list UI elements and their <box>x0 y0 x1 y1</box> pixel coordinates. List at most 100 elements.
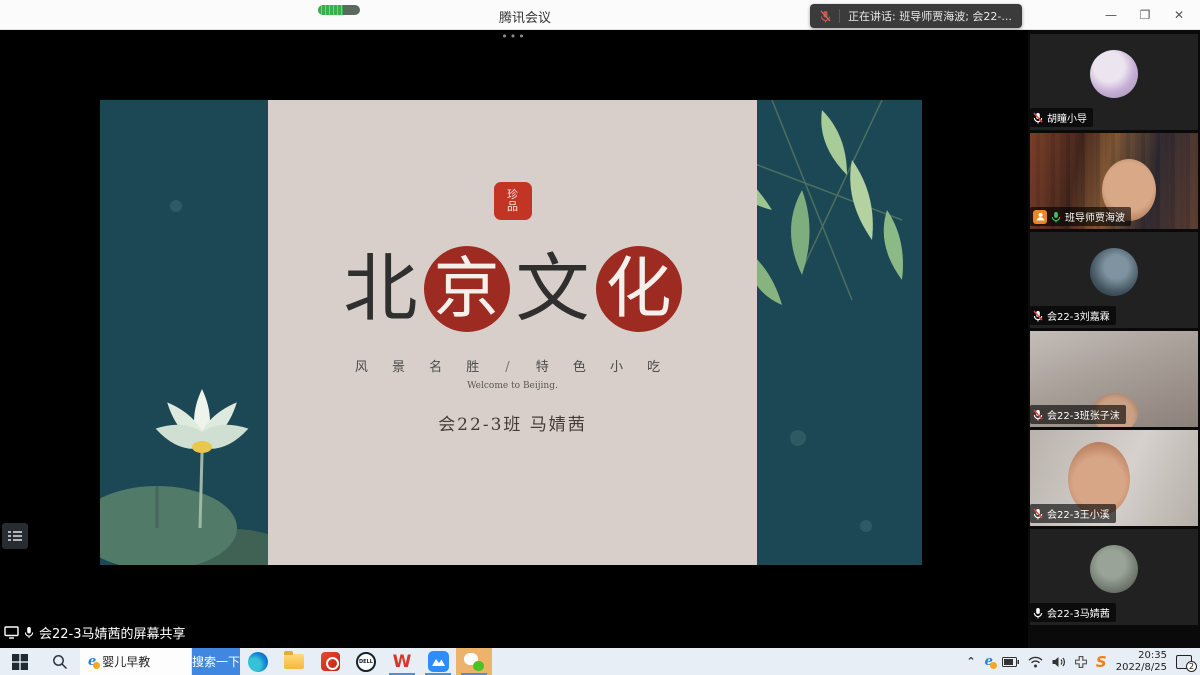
mic-on-icon <box>24 626 34 639</box>
web-search-button[interactable]: 搜索一下 <box>192 648 240 675</box>
tray-expand-icon[interactable]: ⌃ <box>966 655 975 668</box>
participant-name-tag: 班导师贾海波 <box>1030 207 1131 226</box>
tray-sogou-icon[interactable]: S <box>1096 653 1107 671</box>
speaking-indicator: 正在讲话: 班导师贾海波; 会22-... <box>810 4 1022 28</box>
avatar <box>1090 545 1138 593</box>
shared-slide: 珍品 北 京 文 化 风 景 名 胜/特 色 小 吃 Welcome to Be… <box>100 100 922 565</box>
windows-logo-icon <box>12 654 28 670</box>
windows-taskbar: e 婴儿早教 搜索一下 DELL W <box>0 648 1200 675</box>
mic-muted-icon <box>820 10 831 23</box>
divider <box>839 9 840 23</box>
participant-tile[interactable]: 会22-3王小溪 <box>1030 430 1198 526</box>
tray-date: 2022/8/25 <box>1116 662 1167 674</box>
minimize-button[interactable]: — <box>1094 0 1128 30</box>
share-status-text: 会22-3马婧茜的屏幕共享 <box>39 623 186 642</box>
meeting-main: ••• <box>0 30 1200 648</box>
taskbar-ie-window[interactable]: e 婴儿早教 <box>80 648 192 675</box>
folder-icon <box>284 654 304 669</box>
office-icon <box>321 652 340 671</box>
wifi-icon[interactable] <box>1028 656 1043 668</box>
title-char: 文 <box>516 246 590 332</box>
search-icon <box>52 654 68 670</box>
participant-tile[interactable]: 会22-3马婧茜 <box>1030 529 1198 625</box>
title-char: 北 <box>344 246 418 332</box>
slide-title: 北 京 文 化 <box>268 246 757 332</box>
taskbar-dell-button[interactable]: DELL <box>348 648 384 675</box>
participant-tile[interactable]: 班导师贾海波 <box>1030 133 1198 229</box>
avatar <box>1090 248 1138 296</box>
system-tray: ⌃ e S 20:35 2022/8/ <box>958 648 1200 675</box>
bokeh-dot <box>860 520 872 532</box>
meeting-titlebar: 腾讯会议 正在讲话: 班导师贾海波; 会22-... — ❐ ✕ <box>0 0 1200 30</box>
tencent-meeting-icon <box>428 651 449 672</box>
battery-icon[interactable] <box>1002 657 1019 667</box>
red-seal-stamp: 珍品 <box>494 182 532 220</box>
participant-name-tag: 会22-3马婧茜 <box>1030 603 1116 622</box>
slide-welcome-text: Welcome to Beijing. <box>268 381 757 391</box>
participant-tile[interactable]: 会22-3刘嘉霖 <box>1030 232 1198 328</box>
app-title: 腾讯会议 <box>470 7 580 26</box>
screen-share-area: ••• <box>0 30 1028 648</box>
bokeh-dot <box>170 200 182 212</box>
subtitle-left: 风 景 名 胜 <box>355 360 489 375</box>
dell-icon: DELL <box>356 652 376 672</box>
participant-name: 会22-3班张子沫 <box>1047 407 1120 422</box>
participant-name-tag: 胡瞳小导 <box>1030 108 1093 127</box>
taskbar-edge-button[interactable] <box>240 648 276 675</box>
participant-tile[interactable]: 会22-3班张子沫 <box>1030 331 1198 427</box>
annotation-list-button[interactable] <box>2 523 28 549</box>
taskbar-meeting-button[interactable] <box>420 648 456 675</box>
participant-tile[interactable]: 胡瞳小导 <box>1030 34 1198 130</box>
mic-muted-icon <box>1033 310 1043 322</box>
drag-handle-icon[interactable]: ••• <box>0 30 1028 43</box>
start-button[interactable] <box>0 648 40 675</box>
desktop: 腾讯会议 正在讲话: 班导师贾海波; 会22-... — ❐ ✕ ••• <box>0 0 1200 675</box>
taskbar-wps-button[interactable]: W <box>384 648 420 675</box>
wps-icon: W <box>393 652 412 672</box>
speaking-text: 正在讲话: 班导师贾海波; 会22-... <box>848 8 1012 24</box>
tray-clock[interactable]: 20:35 2022/8/25 <box>1116 650 1167 674</box>
taskbar-office-button[interactable] <box>312 648 348 675</box>
title-char-accent: 化 <box>596 246 682 332</box>
list-icon <box>8 530 22 542</box>
participant-name: 会22-3刘嘉霖 <box>1047 308 1110 323</box>
slide-author: 会22-3班 马婧茜 <box>268 410 757 435</box>
mic-muted-icon <box>1033 409 1043 421</box>
maximize-button[interactable]: ❐ <box>1128 0 1162 30</box>
taskbar-wechat-button[interactable] <box>456 648 492 675</box>
tray-ie-icon[interactable]: e <box>985 654 993 669</box>
mic-on-icon <box>1033 607 1043 619</box>
ie-icon: e <box>88 654 96 669</box>
mic-active-icon <box>1051 211 1061 223</box>
bokeh-dot <box>790 430 806 446</box>
slide-panel: 珍品 北 京 文 化 风 景 名 胜/特 色 小 吃 Welcome to Be… <box>268 100 757 565</box>
slide-subtitle: 风 景 名 胜/特 色 小 吃 <box>268 356 757 375</box>
battery-indicator <box>318 5 360 15</box>
notification-badge: 2 <box>1186 661 1197 672</box>
participant-name-tag: 会22-3班张子沫 <box>1030 405 1126 424</box>
taskbar-spacer <box>492 648 958 675</box>
volume-icon[interactable] <box>1052 656 1066 668</box>
input-method-icon[interactable] <box>1075 656 1087 668</box>
notification-center-button[interactable]: 2 <box>1176 655 1192 669</box>
participant-name: 会22-3马婧茜 <box>1047 605 1110 620</box>
taskbar-search-button[interactable] <box>40 648 80 675</box>
wechat-icon <box>464 653 484 671</box>
subtitle-slash: / <box>505 360 509 375</box>
edge-icon <box>248 652 268 672</box>
mic-muted-icon <box>1033 112 1043 124</box>
share-status: 会22-3马婧茜的屏幕共享 <box>4 623 186 642</box>
close-button[interactable]: ✕ <box>1162 0 1196 30</box>
mic-muted-icon <box>1033 508 1043 520</box>
window-controls: — ❐ ✕ <box>1094 0 1196 30</box>
participant-name: 会22-3王小溪 <box>1047 506 1110 521</box>
lotus-illustration <box>100 323 292 565</box>
title-char-accent: 京 <box>424 246 510 332</box>
ie-window-title: 婴儿早教 <box>102 653 150 670</box>
tray-time: 20:35 <box>1116 650 1167 662</box>
screen-icon <box>4 626 19 639</box>
avatar <box>1090 50 1138 98</box>
participant-name-tag: 会22-3王小溪 <box>1030 504 1116 523</box>
taskbar-explorer-button[interactable] <box>276 648 312 675</box>
participant-name: 胡瞳小导 <box>1047 110 1087 125</box>
